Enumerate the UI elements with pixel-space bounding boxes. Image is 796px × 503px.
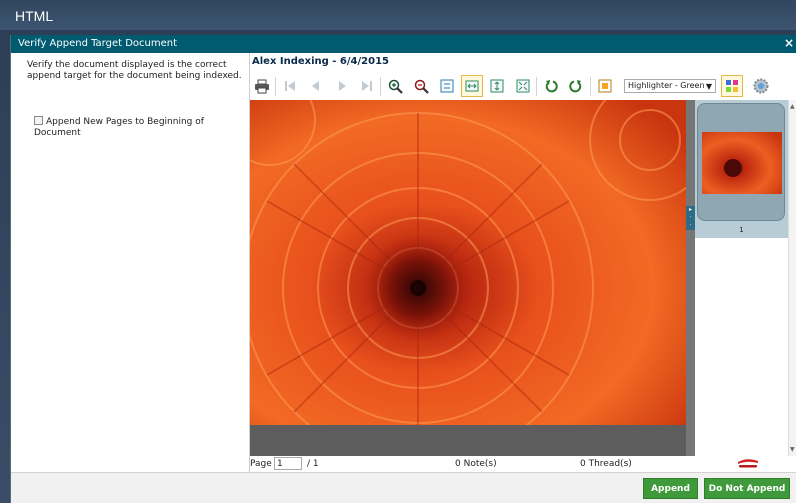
close-icon[interactable]: × <box>784 36 794 50</box>
thumbnail-panel: 1 <box>695 100 788 456</box>
highlighter-select[interactable]: Highlighter - Green ▼ <box>624 79 716 93</box>
page-label: Page <box>250 459 272 469</box>
document-viewer: Alex Indexing - 6/4/2015 Highlighter - G… <box>250 53 796 472</box>
toolbar-separator <box>590 77 591 96</box>
do-not-append-button[interactable]: Do Not Append <box>704 478 790 499</box>
toolbar-separator <box>536 77 537 96</box>
actual-size-icon[interactable] <box>436 75 458 97</box>
scroll-up-icon[interactable]: ▲ <box>790 103 795 110</box>
stapler-icon[interactable] <box>737 457 759 472</box>
thumbnail-splitter[interactable] <box>686 100 695 456</box>
chevron-down-icon: ▼ <box>705 82 712 91</box>
document-page-image[interactable] <box>250 100 686 425</box>
notes-count: 0 Note(s) <box>455 459 497 469</box>
collapse-thumbnails-icon[interactable]: ▸ · · <box>686 206 695 230</box>
append-button[interactable]: Append <box>643 478 698 499</box>
append-beginning-label: Append New Pages to Beginning of Documen… <box>34 117 204 138</box>
prev-page-icon[interactable] <box>305 75 327 97</box>
threads-count: 0 Thread(s) <box>580 459 632 469</box>
rotate-left-icon[interactable] <box>540 75 562 97</box>
page-number-input[interactable]: 1 <box>274 457 302 470</box>
dialog-title: Verify Append Target Document <box>18 38 178 49</box>
highlight-icon[interactable] <box>594 75 616 97</box>
first-page-icon[interactable] <box>279 75 301 97</box>
thumbnail-scrollbar[interactable]: ▲ ▼ <box>788 100 796 456</box>
instructions-panel: Verify the document displayed is the cor… <box>11 53 250 472</box>
app-title: HTML <box>0 0 796 30</box>
zoom-out-icon[interactable] <box>410 75 432 97</box>
fit-width-icon[interactable] <box>461 75 483 97</box>
append-beginning-checkbox[interactable] <box>34 116 43 125</box>
instructions-text: Verify the document displayed is the cor… <box>27 60 242 81</box>
thumbnail-frame[interactable] <box>697 103 785 221</box>
highlighter-selected-value: Highlighter - Green <box>628 81 705 90</box>
verify-append-dialog: Verify Append Target Document × Verify t… <box>10 35 796 503</box>
fit-height-icon[interactable] <box>486 75 508 97</box>
append-beginning-option[interactable]: Append New Pages to Beginning of Documen… <box>34 116 244 139</box>
next-page-icon[interactable] <box>331 75 353 97</box>
annotation-view-icon[interactable] <box>721 75 743 97</box>
settings-icon[interactable] <box>750 75 772 97</box>
thumbnail-number: 1 <box>739 226 744 234</box>
viewer-footer: Page 1 / 1 0 Note(s) 0 Thread(s) <box>250 456 796 472</box>
page-total: / 1 <box>307 459 319 469</box>
viewer-toolbar: Highlighter - Green ▼ <box>250 74 796 99</box>
dialog-titlebar: Verify Append Target Document × <box>11 35 796 53</box>
thumbnail-selected[interactable]: 1 <box>695 100 788 238</box>
document-title: Alex Indexing - 6/4/2015 <box>252 56 389 67</box>
scroll-down-icon[interactable]: ▼ <box>790 446 795 453</box>
rotate-right-icon[interactable] <box>565 75 587 97</box>
zoom-in-icon[interactable] <box>384 75 406 97</box>
print-icon[interactable] <box>251 75 273 97</box>
toolbar-separator <box>275 77 276 96</box>
toolbar-separator <box>380 77 381 96</box>
page-background <box>250 425 686 456</box>
dialog-button-bar: Append Do Not Append <box>11 472 796 503</box>
last-page-icon[interactable] <box>356 75 378 97</box>
fit-page-icon[interactable] <box>512 75 534 97</box>
